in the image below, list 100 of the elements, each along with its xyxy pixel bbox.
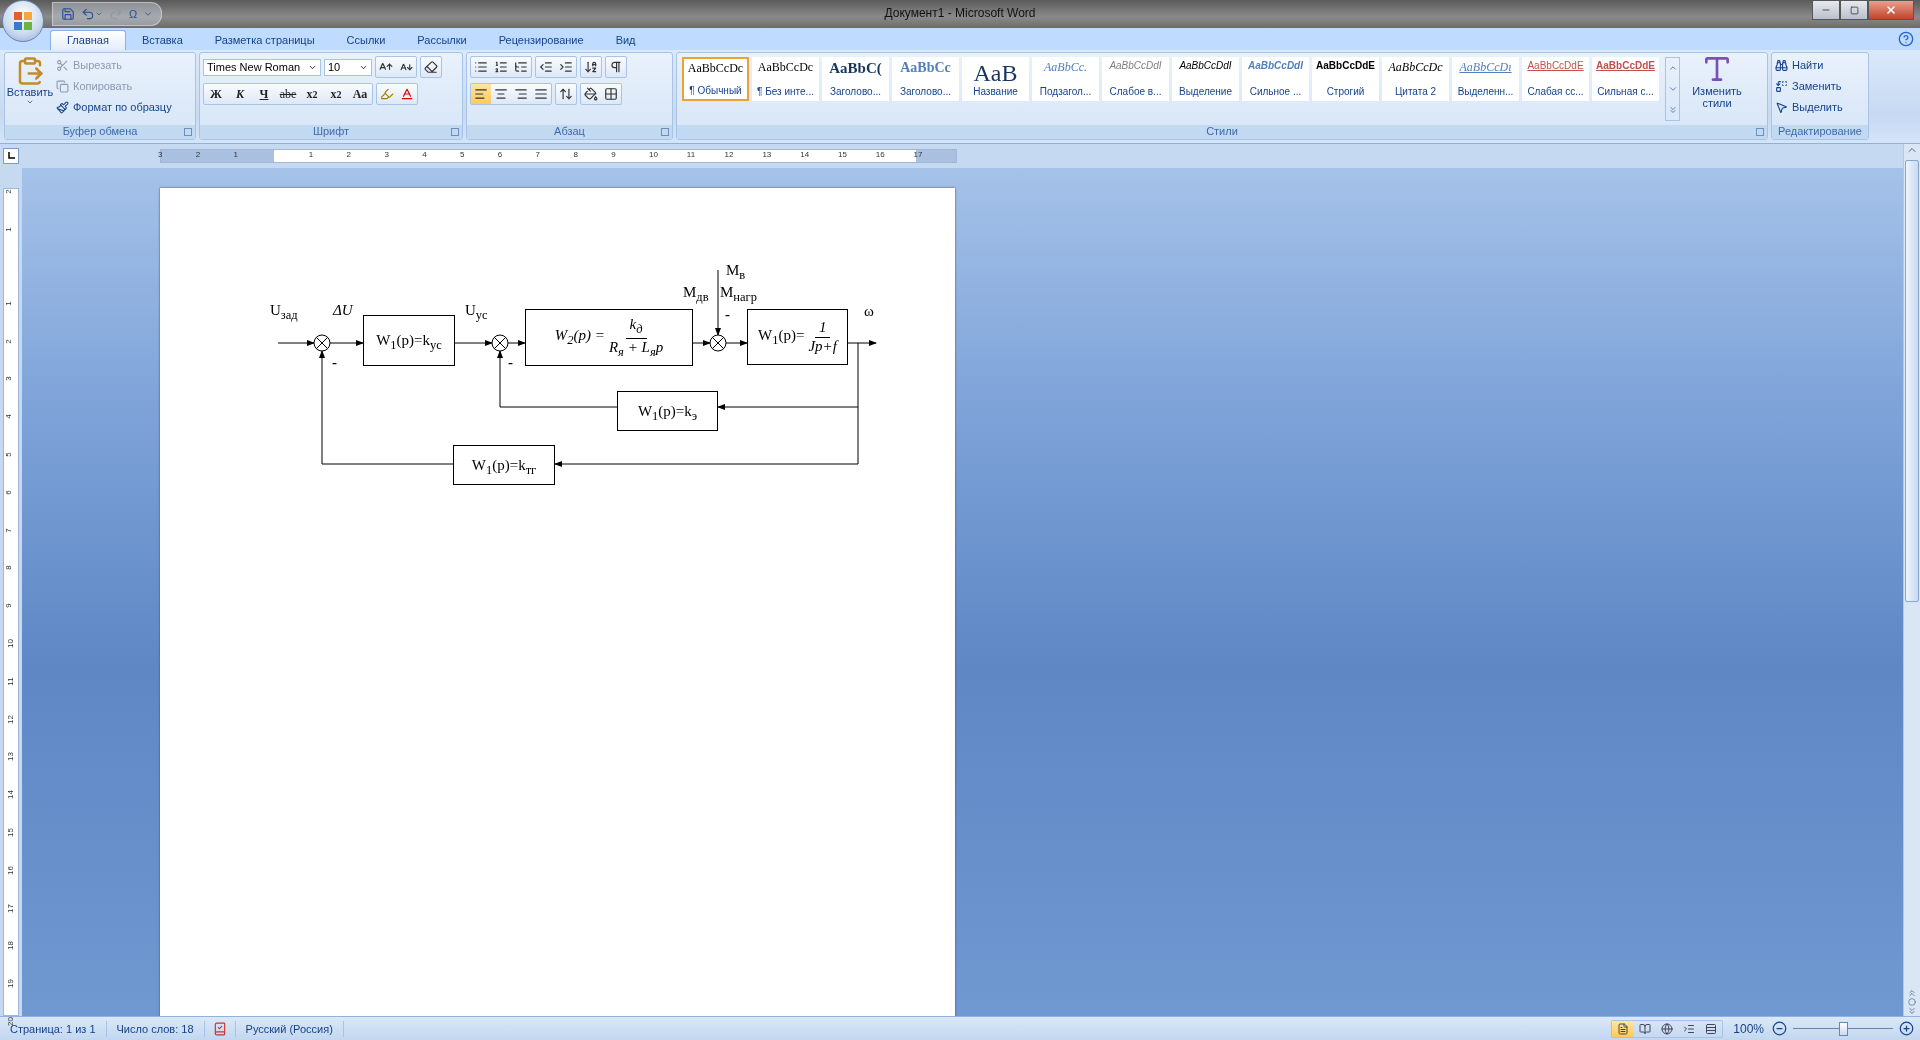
style-name: Сильное ... (1249, 86, 1302, 97)
clipboard-button[interactable]: Формат по образцу (56, 98, 172, 116)
strikethrough-button[interactable]: abe (276, 84, 300, 104)
minus-sign: - (508, 354, 513, 371)
copy-icon (56, 79, 69, 93)
ruler-number: 4 (422, 150, 427, 159)
style-item[interactable]: AaBbCcDdE Сильная с... (1592, 57, 1659, 101)
underline-button[interactable]: Ч (252, 84, 276, 104)
undo-button[interactable] (81, 7, 103, 21)
binoculars-icon (1775, 58, 1788, 72)
style-item[interactable]: AaBbCcDdI Слабое в... (1102, 57, 1169, 101)
zoom-in-icon[interactable] (1899, 1021, 1914, 1036)
font-size-field[interactable]: 10 (324, 58, 372, 76)
word-count[interactable]: Число слов: 18 (106, 1020, 205, 1037)
replace-button[interactable]: Заменить (1775, 77, 1843, 95)
ruler-number: 10 (649, 150, 658, 159)
ribbon-tab[interactable]: Рассылки (401, 31, 483, 50)
style-sample: AaBbCcDdI (1178, 60, 1233, 71)
scrollbar-thumb[interactable] (1905, 160, 1919, 602)
style-item[interactable]: AaB Название (962, 57, 1029, 101)
minimize-button[interactable] (1812, 0, 1840, 20)
ruler-number: 9 (3, 603, 13, 608)
signal-label: ΔU (333, 302, 353, 319)
group-label: Стили (677, 125, 1767, 139)
style-item[interactable]: AaBbCcDdI Выделение (1172, 57, 1239, 101)
ribbon-tab[interactable]: Ссылки (330, 31, 402, 50)
ribbon-tab[interactable]: Рецензирование (482, 31, 600, 50)
ruler-number: 13 (762, 150, 772, 159)
ribbon-tab[interactable]: Вид (599, 31, 652, 50)
ruler-number: 11 (5, 677, 15, 686)
ruler-number: 8 (3, 565, 13, 571)
ruler-number: 2 (3, 338, 13, 344)
style-item[interactable]: AaBbC( Заголово... (822, 57, 889, 101)
style-name: ¶ Без инте... (757, 86, 814, 97)
style-name: Название (973, 86, 1018, 97)
style-sample: AaBbC( (828, 60, 883, 77)
select-button[interactable]: Выделить (1775, 98, 1843, 116)
formula: W$_{2}$(p) = k$_{д}$ R$_{я}$ + L$_{я}$p (554, 315, 664, 360)
style-item[interactable]: AaBbCcDc ¶ Обычный (682, 57, 749, 101)
style-item[interactable]: AaBbCcDı Выделенн... (1452, 57, 1519, 101)
zoom-slider-thumb[interactable] (1839, 1021, 1848, 1036)
style-item[interactable]: AaBbCc. Подзагол... (1032, 57, 1099, 101)
ruler-number: 2 (195, 150, 201, 159)
style-item[interactable]: AaBbCcDdI Сильное ... (1242, 57, 1309, 101)
close-button[interactable] (1868, 0, 1914, 20)
ruler-number: 8 (573, 150, 578, 159)
font-name-field[interactable]: Times New Roman (203, 58, 321, 76)
style-sample: AaB (972, 60, 1019, 86)
tab-stop-button[interactable] (3, 148, 19, 164)
save-icon (61, 7, 75, 21)
align-right-icon (514, 87, 528, 101)
change-case-button[interactable]: Aa (348, 84, 372, 104)
numbered-list-icon (494, 60, 508, 74)
signal-arrow (454, 340, 493, 346)
font-color-icon (400, 87, 414, 101)
ribbon-tab[interactable]: Разметка страницы (198, 31, 331, 50)
style-name: Цитата 2 (1394, 86, 1437, 97)
undo-icon (81, 7, 95, 21)
change-styles-button[interactable]: Изменить стили (1684, 53, 1750, 125)
style-item[interactable]: AaBbCcDc Цитата 2 (1382, 57, 1449, 101)
save-button[interactable] (61, 7, 75, 21)
bold-button[interactable]: Ж (204, 84, 228, 104)
ruler-number: 14 (800, 150, 810, 159)
style-item[interactable]: AaBbCc Заголово... (892, 57, 959, 101)
paste-button[interactable]: Вставить (8, 56, 52, 125)
minus-sign: - (725, 306, 730, 323)
style-item[interactable]: AaBbCcDdE Слабая сс... (1522, 57, 1589, 101)
office-button[interactable] (2, 0, 44, 42)
ruler-number: 18 (5, 941, 15, 951)
ruler-number: 9 (611, 150, 616, 159)
pilcrow-icon (609, 60, 623, 74)
style-sample: AaBbCcDc (686, 61, 745, 76)
signal-arrow (715, 269, 721, 336)
close-icon (1885, 4, 1897, 16)
ruler-number: 12 (724, 150, 734, 159)
ribbon-tab[interactable]: Главная (50, 30, 126, 50)
style-item[interactable]: AaBbCcDdE Строгий (1312, 57, 1379, 101)
zoom-level[interactable]: 100% (1733, 1021, 1764, 1036)
signal-arrow (277, 340, 315, 346)
language-indicator[interactable]: Русский (Россия) (235, 1020, 344, 1037)
view-button[interactable] (1612, 1020, 1635, 1037)
style-item[interactable]: AaBbCcDc ¶ Без инте... (752, 57, 819, 101)
align-button[interactable] (471, 84, 491, 104)
zoom-out-icon[interactable] (1772, 1021, 1787, 1036)
maximize-button[interactable] (1840, 0, 1868, 20)
ruler-number: 5 (3, 452, 13, 457)
ruler-number: 16 (875, 150, 885, 159)
sort-icon (584, 60, 598, 74)
outline-icon (1683, 1022, 1696, 1035)
highlighter-icon (380, 87, 394, 101)
ribbon-tab[interactable]: Вставка (125, 31, 199, 50)
paint-bucket-icon (584, 87, 598, 101)
italic-button[interactable]: К (228, 84, 252, 104)
ruler-number: 7 (535, 150, 541, 159)
book-check-icon (212, 1021, 227, 1036)
window-title: Документ1 - Microsoft Word (884, 6, 1036, 20)
style-name: Заголово... (900, 86, 951, 97)
find-button[interactable]: Найти (1775, 56, 1843, 74)
style-sample: AaBbCcDı (1458, 60, 1513, 75)
scissors-icon (56, 58, 69, 72)
